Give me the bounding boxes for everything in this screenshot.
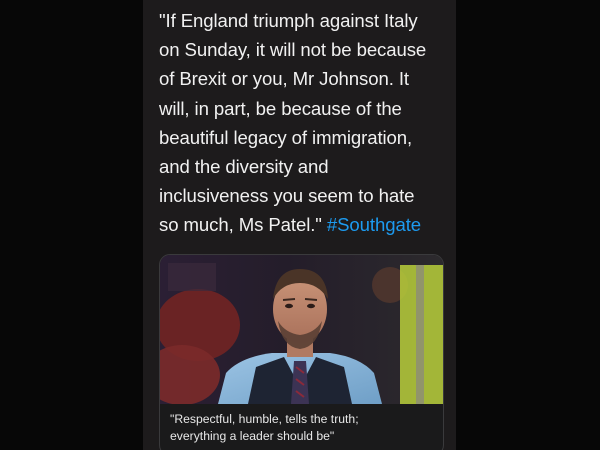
right-dark-margin bbox=[456, 0, 600, 450]
left-eye bbox=[285, 303, 293, 309]
tweet-post: "If England triumph against Italy on Sun… bbox=[143, 0, 456, 450]
hashtag-link[interactable]: #Southgate bbox=[327, 214, 421, 235]
tweet-text: "If England triumph against Italy on Sun… bbox=[159, 6, 449, 240]
left-dark-margin bbox=[0, 0, 143, 450]
reflective-stripe bbox=[416, 265, 424, 404]
right-eye bbox=[307, 303, 315, 309]
tweet-body-text: "If England triumph against Italy on Sun… bbox=[159, 10, 427, 236]
card-caption: "Respectful, humble, tells the truth; ev… bbox=[170, 412, 359, 443]
card-image[interactable] bbox=[160, 255, 443, 404]
link-preview-card[interactable]: "Respectful, humble, tells the truth; ev… bbox=[159, 254, 444, 450]
blurred-background-shape bbox=[168, 263, 216, 291]
